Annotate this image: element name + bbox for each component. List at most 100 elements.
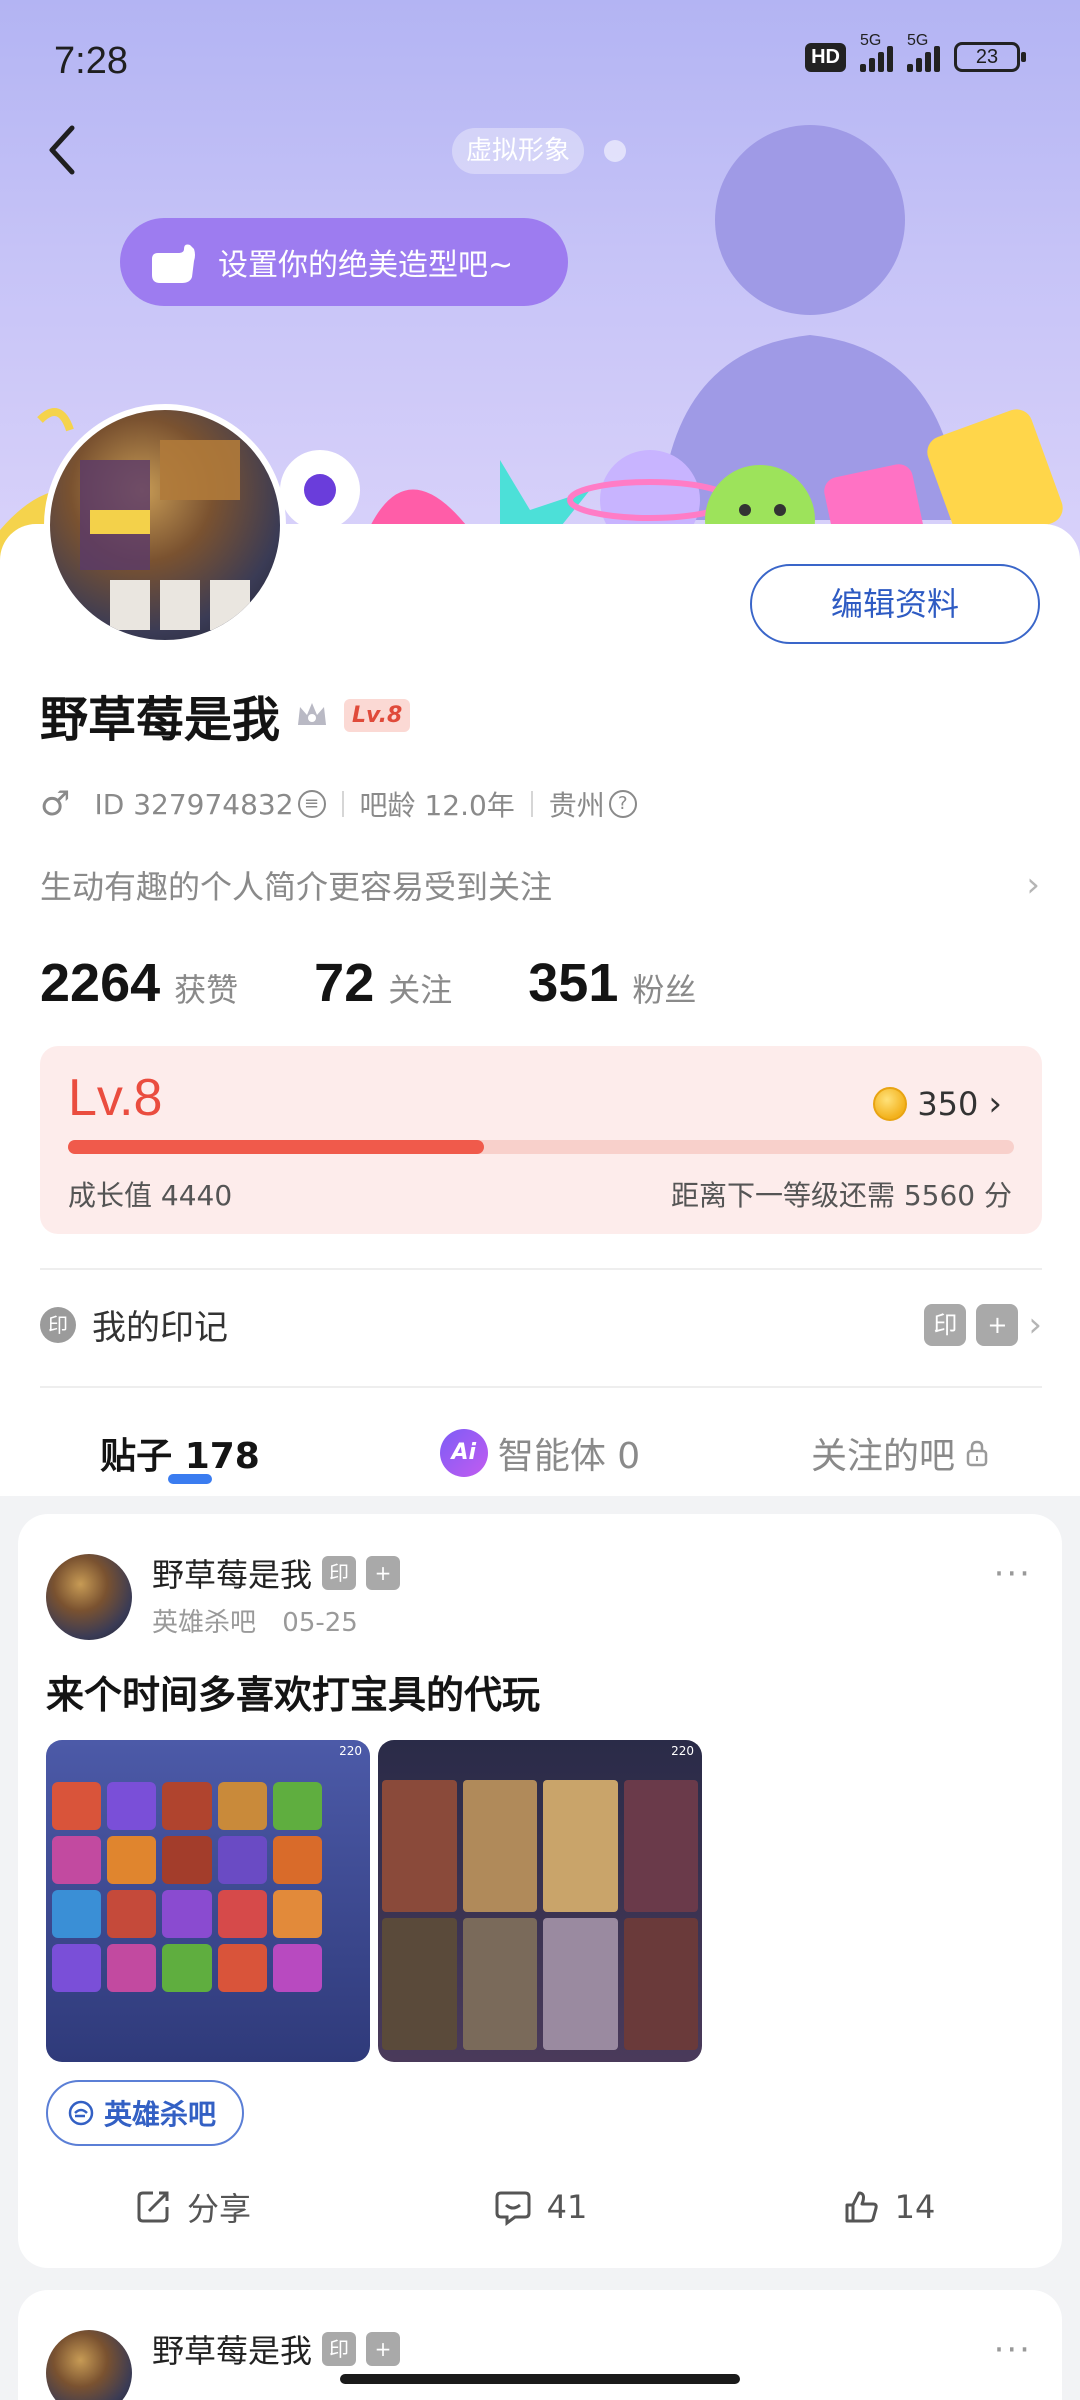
level-badge[interactable]: Lv.8: [344, 698, 411, 732]
bio-row[interactable]: 生动有趣的个人简介更容易受到关注 ›: [40, 862, 1040, 908]
comment-count: 41: [546, 2188, 588, 2226]
user-id: ID 327974832: [94, 787, 294, 821]
image-badge: 220: [339, 1744, 362, 1758]
tab-agents-label: 智能体 0: [497, 1436, 641, 1477]
growth-value: 成长值 4440: [68, 1179, 233, 1212]
seal-tag: 印: [322, 2332, 357, 2366]
next-level-text: 距离下一等级还需 5560 分: [670, 1179, 1012, 1212]
post-actions: 分享 41 14: [18, 2184, 1062, 2230]
forum-icon: [68, 2100, 94, 2126]
tab-posts-label: 贴子 178: [100, 1436, 260, 1477]
back-icon[interactable]: [42, 120, 82, 180]
post-author-name[interactable]: 野草莓是我: [152, 2326, 312, 2372]
comment-button[interactable]: 41: [366, 2184, 714, 2230]
post-author-avatar[interactable]: [46, 1554, 132, 1640]
tab-forums-label: 关注的吧: [810, 1436, 955, 1477]
tab-active-indicator: [168, 1474, 212, 1484]
post-meta: 英雄杀吧 05-25: [152, 1602, 358, 1639]
tab-posts[interactable]: 贴子 178: [0, 1410, 360, 1496]
seal-icon: 印: [40, 1306, 76, 1343]
following-count[interactable]: 72: [314, 952, 374, 1014]
my-seal-row[interactable]: 印 我的印记 印 + ›: [40, 1300, 1042, 1349]
level-progress-track: [68, 1140, 1014, 1154]
lock-icon: [966, 1440, 988, 1467]
signal-icon-2: 5G: [907, 32, 940, 72]
hd-icon: HD: [805, 42, 846, 72]
forum-age: 吧龄 12.0年: [359, 789, 515, 822]
seal-tag: 印: [322, 1556, 357, 1590]
post-title[interactable]: 来个时间多喜欢打宝具的代玩: [46, 1664, 540, 1719]
divider: [40, 1386, 1042, 1388]
more-options-icon[interactable]: ···: [994, 1554, 1032, 1594]
add-seal-icon[interactable]: +: [366, 1556, 401, 1590]
add-seal-icon[interactable]: +: [976, 1303, 1019, 1346]
share-button[interactable]: 分享: [18, 2184, 366, 2230]
seal-tags: 印 + ›: [924, 1303, 1042, 1346]
status-time: 7:28: [54, 40, 128, 82]
stats-row: 2264 获赞 72 关注 351 粉丝: [40, 952, 696, 1014]
likes-label: 获赞: [174, 971, 239, 1009]
likes-count[interactable]: 2264: [40, 952, 160, 1014]
seal-tag: 印: [924, 1303, 967, 1346]
crown-icon[interactable]: [294, 697, 330, 733]
chevron-right-icon: ›: [988, 1084, 1002, 1124]
followers-label: 粉丝: [632, 971, 697, 1009]
add-seal-icon[interactable]: +: [366, 2332, 401, 2366]
copy-icon[interactable]: ≡: [297, 790, 326, 818]
bio-placeholder: 生动有趣的个人简介更容易受到关注: [40, 868, 553, 906]
battery-icon: 23: [954, 42, 1026, 72]
chevron-right-icon: ›: [1026, 865, 1040, 905]
setup-avatar-label: 设置你的绝美造型吧~: [218, 248, 514, 283]
post-author-row: 野草莓是我 印 +: [152, 2326, 401, 2372]
followers-count[interactable]: 351: [528, 952, 618, 1014]
help-icon[interactable]: ?: [608, 790, 637, 818]
post-image-2[interactable]: 220: [378, 1740, 702, 2062]
profile-tabs: 贴子 178 Ai 智能体 0 关注的吧: [0, 1410, 1080, 1496]
thumbs-up-icon: [845, 2191, 878, 2223]
following-label: 关注: [388, 971, 453, 1009]
hero-grid: [378, 1780, 702, 2050]
profile-meta: ♂ ID 327974832 ≡ 吧龄 12.0年 贵州 ?: [40, 784, 637, 824]
status-icons: HD 5G 5G 23: [805, 32, 1026, 72]
share-label: 分享: [186, 2190, 251, 2228]
forum-chip[interactable]: 英雄杀吧: [46, 2080, 245, 2146]
chip-dot: [604, 140, 626, 162]
coin-balance[interactable]: 350 ›: [873, 1084, 1002, 1124]
like-count: 14: [894, 2188, 936, 2226]
post-author-name[interactable]: 野草莓是我: [152, 1550, 312, 1596]
tab-followed-forums[interactable]: 关注的吧: [720, 1410, 1080, 1496]
coin-value: 350: [917, 1085, 979, 1123]
post-image-1[interactable]: 220: [46, 1740, 370, 2062]
coin-icon: [873, 1087, 908, 1121]
chevron-right-icon: ›: [1028, 1304, 1042, 1345]
hand-pointing-icon: [152, 244, 195, 283]
level-value: Lv.8: [68, 1069, 163, 1127]
post-date: 05-25: [282, 1608, 358, 1638]
ai-icon: Ai: [439, 1429, 488, 1477]
more-options-icon[interactable]: ···: [994, 2330, 1032, 2370]
share-icon: [137, 2191, 169, 2223]
post-author-avatar[interactable]: [46, 2330, 132, 2400]
edit-profile-button[interactable]: 编辑资料: [750, 564, 1040, 644]
seal-title: 我的印记: [92, 1308, 228, 1348]
image-badge: 220: [671, 1744, 694, 1758]
level-card[interactable]: Lv.8 350 › 成长值 4440 距离下一等级还需 5560 分: [40, 1046, 1042, 1234]
home-indicator[interactable]: [340, 2374, 740, 2384]
forum-chip-label: 英雄杀吧: [104, 2098, 217, 2131]
tab-agents[interactable]: Ai 智能体 0: [360, 1410, 720, 1496]
post-forum: 英雄杀吧: [152, 1608, 257, 1638]
setup-avatar-button[interactable]: 设置你的绝美造型吧~: [120, 218, 568, 306]
virtual-avatar-chip[interactable]: 虚拟形象: [452, 128, 585, 174]
username: 野草莓是我: [40, 692, 281, 748]
signal-icon: 5G: [860, 32, 893, 72]
post-author-row: 野草莓是我 印 +: [152, 1550, 401, 1596]
post-card[interactable]: 野草莓是我 印 + 英雄杀吧 05-25 ··· 来个时间多喜欢打宝具的代玩 2…: [18, 1514, 1062, 2268]
avatar-image: [80, 440, 250, 630]
profile-avatar[interactable]: [44, 404, 286, 646]
equipment-grid: [52, 1782, 322, 1992]
comment-icon: [495, 2191, 531, 2226]
gender-icon: ♂: [40, 784, 71, 824]
divider: [40, 1268, 1042, 1270]
like-button[interactable]: 14: [714, 2184, 1062, 2230]
name-row: 野草莓是我 Lv.8: [40, 680, 411, 750]
